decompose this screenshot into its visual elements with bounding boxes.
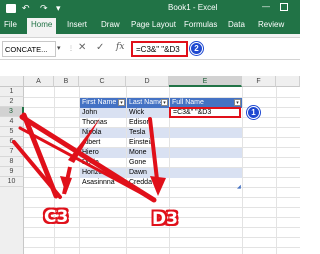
quick-access-more-icon[interactable]: ▾ [56,2,61,14]
gridline [276,87,277,254]
table-cell-last-name[interactable]: Dawn [127,168,169,178]
name-box-dropdown-icon[interactable]: ▾ [57,44,61,52]
column-header-g[interactable] [276,76,300,87]
tab-file[interactable]: File [4,20,17,29]
filter-dropdown-icon[interactable]: ▾ [118,99,125,106]
step-marker-1: 1 [247,106,260,119]
table-cell-full-name[interactable] [170,158,242,168]
annotation-label-c3: C3 [44,207,69,227]
undo-icon[interactable]: ↶ [22,2,30,14]
save-icon[interactable] [6,4,16,13]
active-cell-e3[interactable]: =C3&" "&D3 [169,107,241,118]
table-header-label: Last Name [129,99,163,106]
table-cell-full-name[interactable] [170,178,242,188]
tab-page-layout[interactable]: Page Layout [131,20,176,29]
table-header-label: First Name [82,99,117,106]
formula-bar-divider-icon: ⋮ [68,46,74,52]
name-box[interactable]: CONCATE... [2,41,56,57]
insert-function-icon[interactable]: fx [116,42,124,52]
row-header-9[interactable]: 9 [0,167,24,177]
table-cell-full-name[interactable] [170,168,242,178]
table-cell-last-name[interactable]: Edison [127,118,169,128]
tab-review[interactable]: Review [258,20,284,29]
table-cell-full-name[interactable] [170,148,242,158]
tab-home[interactable]: Home [27,18,57,34]
minimize-icon[interactable]: — [262,2,270,11]
annotation-label-d3: D3 [152,209,178,229]
row-header-8[interactable]: 8 [0,157,24,167]
row-header-filler [0,187,24,254]
cancel-icon[interactable]: ✕ [78,42,86,53]
table-cell-first-name[interactable]: John [80,108,126,118]
table-cell-last-name[interactable]: Credda [127,178,169,188]
table-cell-last-name[interactable]: Tesla [127,128,169,138]
tab-insert[interactable]: Insert [67,20,87,29]
table-cell-first-name[interactable]: Thomas [80,118,126,128]
window-title: Book1 - Excel [168,3,218,12]
table-resize-handle-icon[interactable]: ◢ [237,184,241,190]
table-cell-last-name[interactable]: Mone [127,148,169,158]
table-cell-first-name[interactable]: Dodo [80,158,126,168]
table-cell-full-name[interactable] [170,128,242,138]
column-header-c[interactable]: C [79,76,126,87]
step-marker-2: 2 [190,42,203,55]
table-cell-first-name[interactable]: Horizon [80,168,126,178]
formula-bar: CONCATE... ▾ ⋮ ✕ ✓ fx =C3&" "&D3 2 [0,38,300,60]
table-cell-last-name[interactable]: Gone [127,158,169,168]
enter-icon[interactable]: ✓ [96,42,104,53]
table-cell-last-name[interactable]: Wick [127,108,169,118]
row-header-1[interactable]: 1 [0,87,24,97]
gridline [24,237,300,238]
table-cell-first-name[interactable]: Nicola [80,128,126,138]
gridline [54,87,55,254]
redo-icon[interactable]: ↷ [40,2,48,14]
table-cell-first-name[interactable]: Hiero [80,148,126,158]
table-header-first-name[interactable]: First Name ▾ [80,98,126,108]
gridline [242,87,243,254]
table-cell-full-name[interactable] [170,138,242,148]
ribbon-tabs: File Home Insert Draw Page Layout Formul… [0,17,300,34]
table-cell-last-name[interactable]: Einstein [127,138,169,148]
filter-dropdown-icon[interactable]: ▾ [234,99,241,106]
column-header-d[interactable]: D [126,76,169,87]
column-header-a[interactable]: A [24,76,54,87]
table-header-last-name[interactable]: Last Name ▾ [127,98,169,108]
column-header-b[interactable]: B [54,76,79,87]
tab-formulas[interactable]: Formulas [184,20,217,29]
row-header-3[interactable]: 3 [0,107,24,117]
table-cell-full-name[interactable] [170,118,242,128]
table-cell-first-name[interactable]: Albert [80,138,126,148]
maximize-icon[interactable] [280,3,288,11]
row-header-2[interactable]: 2 [0,97,24,107]
filter-dropdown-icon[interactable]: ▾ [161,99,168,106]
row-header-10[interactable]: 10 [0,177,24,187]
row-header-5[interactable]: 5 [0,127,24,137]
gridline [24,197,300,198]
row-header-7[interactable]: 7 [0,147,24,157]
title-bar: ↶ ↷ ▾ Book1 - Excel — [0,0,300,17]
select-all-corner[interactable] [0,76,24,87]
column-header-f[interactable]: F [242,76,276,87]
table-cell-first-name[interactable]: Asasinnna [80,178,126,188]
gridline [24,247,300,248]
row-header-6[interactable]: 6 [0,137,24,147]
row-header-4[interactable]: 4 [0,117,24,127]
tab-draw[interactable]: Draw [101,20,120,29]
formula-input[interactable]: =C3&" "&D3 [131,41,188,57]
table-header-label: Full Name [172,99,204,106]
tab-data[interactable]: Data [228,20,245,29]
column-header-e[interactable]: E [169,76,242,87]
